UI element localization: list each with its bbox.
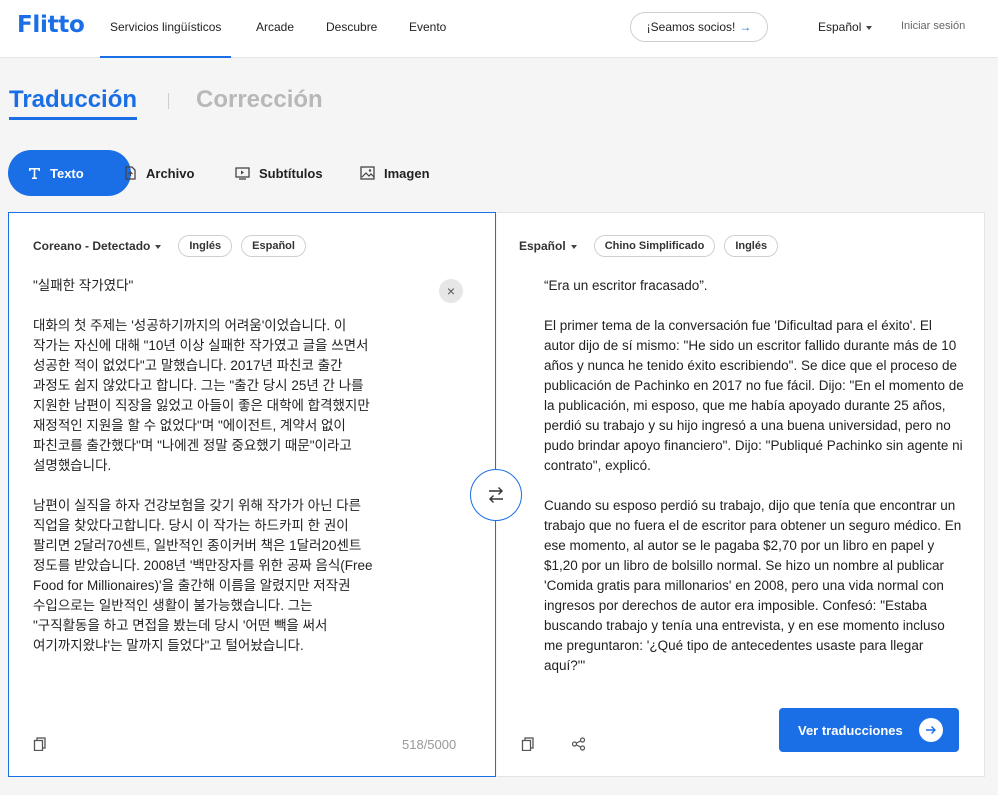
view-translations-button[interactable]: Ver traducciones (779, 708, 959, 752)
chevron-down-icon (155, 244, 162, 249)
partners-label: ¡Seamos socios! (646, 20, 736, 34)
nav-event[interactable]: Evento (409, 20, 446, 34)
target-panel: Español Chino Simplificado Inglés “Era u… (497, 212, 985, 777)
type-file-label: Archivo (146, 165, 195, 181)
subtitles-icon (235, 166, 250, 180)
target-language-dropdown[interactable]: Español (519, 239, 577, 253)
target-paragraph: Cuando su esposo perdió su trabajo, dijo… (544, 498, 966, 673)
file-icon (125, 166, 136, 180)
chevron-down-icon (866, 25, 873, 30)
source-language-dropdown[interactable]: Coreano - Detectado (33, 239, 162, 253)
type-text-label: Texto (50, 165, 84, 181)
tab-translation[interactable]: Traducción (9, 86, 138, 120)
translation-output: “Era un escritor fracasado”. El primer t… (544, 276, 964, 696)
copy-icon[interactable] (33, 737, 47, 751)
target-paragraph: “Era un escritor fracasado”. (544, 278, 708, 293)
target-language-label: Español (519, 239, 566, 253)
source-chip-spanish[interactable]: Español (241, 235, 306, 257)
clear-icon[interactable]: × (439, 279, 463, 303)
nav-discover[interactable]: Descubre (326, 20, 377, 34)
source-text-input[interactable]: "실패한 작가였다" 대화의 첫 주제는 '성공하기까지의 어려움'이었습니다.… (33, 276, 431, 676)
swap-languages-button[interactable] (470, 469, 522, 521)
share-icon[interactable] (571, 737, 586, 751)
login-link[interactable]: Iniciar sesión (901, 20, 965, 32)
site-language-label: Español (818, 20, 862, 34)
source-lang-bar: Coreano - Detectado Inglés Español (33, 235, 306, 257)
arrow-right-icon: → (739, 20, 752, 34)
target-chip-english[interactable]: Inglés (724, 235, 779, 257)
target-lang-bar: Español Chino Simplificado Inglés (519, 235, 779, 257)
source-paragraph: "실패한 작가였다" (33, 278, 134, 293)
text-icon (29, 167, 40, 179)
type-image-label: Imagen (384, 165, 430, 181)
type-subtitles-label: Subtítulos (259, 165, 323, 181)
type-image-button[interactable]: Imagen (360, 150, 430, 196)
target-chip-chinese[interactable]: Chino Simplificado (593, 235, 716, 257)
flitto-logo[interactable]: Flitto (17, 12, 85, 38)
tab-divider (168, 93, 169, 109)
target-paragraph: El primer tema de la conversación fue 'D… (544, 318, 968, 473)
character-counter: 518/5000 (402, 737, 457, 752)
type-subtitles-button[interactable]: Subtítulos (235, 150, 323, 196)
source-language-label: Coreano - Detectado (33, 239, 151, 253)
view-translations-label: Ver traducciones (798, 722, 903, 738)
chevron-down-icon (570, 244, 577, 249)
arrow-right-icon (919, 718, 943, 742)
nav-language-services[interactable]: Servicios lingüísticos (99, 20, 232, 58)
type-file-button[interactable]: Archivo (124, 150, 194, 196)
nav-arcade[interactable]: Arcade (256, 20, 294, 34)
source-paragraph: 남편이 실직을 하자 건강보험을 갖기 위해 작가가 아닌 다른 직업을 찾았다… (33, 498, 373, 653)
swap-icon (489, 487, 503, 503)
type-text-button[interactable]: Texto (8, 150, 131, 196)
tab-correction[interactable]: Corrección (196, 86, 323, 114)
site-language-dropdown[interactable]: Español (818, 20, 873, 34)
source-chip-english[interactable]: Inglés (178, 235, 233, 257)
top-navbar: Flitto Servicios lingüísticos Arcade Des… (0, 0, 998, 58)
partners-button[interactable]: ¡Seamos socios! → (630, 12, 768, 42)
source-panel: Coreano - Detectado Inglés Español "실패한 … (8, 212, 496, 777)
copy-icon[interactable] (521, 737, 535, 751)
image-icon (360, 166, 375, 180)
source-paragraph: 대화의 첫 주제는 '성공하기까지의 어려움'이었습니다. 이 작가는 자신에 … (33, 318, 370, 473)
